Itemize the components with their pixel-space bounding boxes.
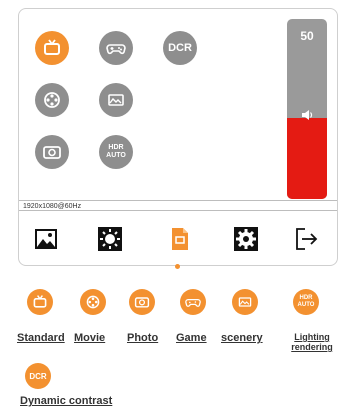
volume-value: 50 (300, 29, 314, 43)
toolbar-document-button[interactable] (165, 224, 195, 254)
movie-mode-icon (80, 289, 106, 315)
selected-indicator (175, 264, 180, 269)
hdr-auto-label: HDR AUTO (106, 144, 126, 159)
film-reel-icon (44, 92, 60, 108)
gear-icon (234, 227, 258, 251)
standard-mode-icon (27, 289, 53, 315)
toolbar-exit-button[interactable] (291, 224, 321, 254)
label-scenery: scenery (221, 332, 263, 344)
photo-mode-icon (129, 289, 155, 315)
toolbar-brightness-button[interactable] (95, 224, 125, 254)
lighting-rendering-icon: HDR AUTO (293, 289, 319, 315)
dcr-icon-text: DCR (29, 371, 47, 381)
speaker-icon (302, 110, 313, 120)
toolbar-image-button[interactable] (31, 224, 61, 254)
scenery-mode-icon (232, 289, 258, 315)
label-dynamic-contrast: Dynamic contrast (20, 395, 113, 407)
label-game: Game (176, 332, 207, 344)
label-photo: Photo (127, 332, 159, 344)
volume-fill (287, 118, 327, 199)
scenery-mode-button[interactable] (99, 83, 133, 117)
image-icon (35, 229, 57, 249)
camera-icon (43, 146, 61, 159)
dcr-mode-icon: DCR (25, 363, 51, 389)
tv-icon (44, 39, 60, 55)
resolution-readout: 1920x1080@60Hz (19, 200, 337, 211)
label-lighting-rendering: Lighting rendering (291, 332, 333, 352)
hdr-auto-button[interactable]: HDR AUTO (99, 135, 133, 169)
photo-mode-button[interactable] (35, 135, 69, 169)
label-movie: Movie (74, 332, 106, 344)
game-mode-icon (180, 289, 206, 315)
tv-mode-button[interactable] (35, 31, 69, 65)
volume-slider[interactable]: 50 (287, 19, 327, 199)
movie-mode-button[interactable] (35, 83, 69, 117)
exit-icon (296, 228, 318, 250)
osd-panel: DCR HDR AUTO 50 1920x1080@60Hz (18, 8, 338, 269)
gamepad-icon (106, 44, 126, 55)
dcr-label: DCR (168, 42, 192, 54)
dcr-button[interactable]: DCR (163, 31, 197, 65)
game-mode-button[interactable] (99, 31, 133, 65)
label-standard: Standard (17, 332, 65, 344)
landscape-icon (108, 94, 124, 106)
lighting-icon-text: HDR AUTO (297, 295, 315, 308)
brightness-icon (98, 227, 122, 251)
toolbar-settings-button[interactable] (231, 224, 261, 254)
document-settings-icon (172, 228, 188, 250)
